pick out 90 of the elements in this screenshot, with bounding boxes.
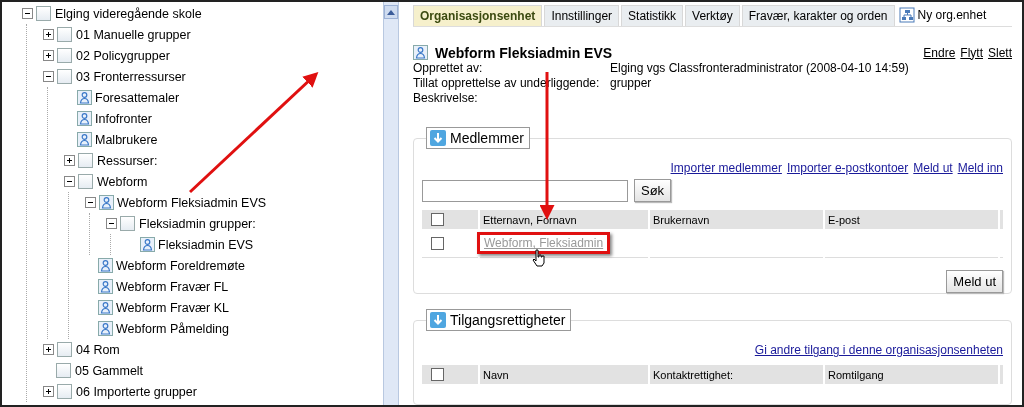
expand-icon[interactable] xyxy=(43,29,54,40)
tab[interactable]: Fravær, karakter og orden xyxy=(741,5,895,26)
group-icon xyxy=(120,216,135,231)
user-icon xyxy=(140,237,155,252)
expand-icon[interactable] xyxy=(43,386,54,397)
tree-item[interactable]: Webform Foreldremøte xyxy=(116,258,245,273)
group-icon xyxy=(57,48,72,63)
tree-item[interactable]: Webform Fravær KL xyxy=(116,300,229,315)
collapse-icon[interactable] xyxy=(106,218,117,229)
action-link[interactable]: Flytt xyxy=(960,45,983,60)
collapse-icon[interactable] xyxy=(22,8,33,19)
hand-cursor-icon xyxy=(532,249,546,268)
field-value: Elging vgs Classfronteradministrator (2008-04-10 14:59) xyxy=(610,61,910,75)
search-field[interactable] xyxy=(422,179,628,202)
tab[interactable]: Innstillinger xyxy=(544,5,620,26)
tree-item[interactable]: 06 Importerte grupper xyxy=(76,384,197,399)
tree-item[interactable]: 01 Manuelle grupper xyxy=(76,27,191,42)
column-header: Navn xyxy=(480,365,648,385)
expand-icon[interactable] xyxy=(64,155,75,166)
members-link[interactable]: Importer e-postkontoer xyxy=(786,161,909,176)
user-icon xyxy=(98,279,113,294)
tab[interactable]: Verktøy xyxy=(685,5,740,26)
user-icon xyxy=(77,90,92,105)
leave-button[interactable]: Meld ut xyxy=(946,270,1003,294)
org-chart-icon xyxy=(898,7,915,24)
group-icon xyxy=(57,27,72,42)
action-link[interactable]: Slett xyxy=(988,45,1012,60)
group-icon xyxy=(36,6,51,21)
field-value: grupper xyxy=(610,75,653,90)
user-icon xyxy=(98,300,113,315)
members-link[interactable]: Importer medlemmer xyxy=(670,161,782,176)
tab[interactable]: Organisasjonsenhet xyxy=(413,5,543,26)
group-icon xyxy=(56,363,71,378)
unit-title: Webform Fleksiadmin EVS xyxy=(435,44,614,61)
checkbox[interactable] xyxy=(431,213,444,227)
tree-item[interactable]: Webform xyxy=(97,174,148,189)
tree-item[interactable]: Webform Fravær FL xyxy=(116,279,229,294)
expand-icon[interactable] xyxy=(43,50,54,61)
tree-item[interactable]: Ressurser: xyxy=(97,153,158,168)
column-header: E-post xyxy=(825,210,998,230)
download-icon xyxy=(430,130,446,147)
section-title: Tilgangsrettigheter xyxy=(450,312,566,329)
group-icon xyxy=(57,342,72,357)
tree-item[interactable]: Elging videregående skole xyxy=(55,6,202,21)
user-icon xyxy=(99,195,114,210)
collapse-icon[interactable] xyxy=(64,176,75,187)
column-header: Etternavn, Fornavn xyxy=(480,210,648,230)
tree-item[interactable]: Fleksiadmin EVS xyxy=(158,237,254,252)
tree-item[interactable]: 02 Policygrupper xyxy=(76,48,170,63)
tree-item[interactable]: Malbrukere xyxy=(95,132,158,147)
tree-item[interactable]: Webform Fleksiadmin EVS xyxy=(117,195,267,210)
user-icon xyxy=(98,321,113,336)
expand-icon[interactable] xyxy=(43,344,54,355)
tree-item[interactable]: 03 Fronterressurser xyxy=(76,69,186,84)
search-button[interactable]: Søk xyxy=(634,179,672,203)
column-header: Romtilgang xyxy=(825,365,998,385)
user-icon xyxy=(77,111,92,126)
tab[interactable]: Statistikk xyxy=(621,5,684,26)
tree-item[interactable]: 05 Gammelt xyxy=(75,363,144,378)
column-header: Brukernavn xyxy=(650,210,823,230)
members-link[interactable]: Meld ut xyxy=(913,161,953,176)
checkbox[interactable] xyxy=(431,368,444,382)
group-icon xyxy=(78,174,93,189)
tree-item[interactable]: Fleksiadmin grupper: xyxy=(139,216,256,231)
user-icon xyxy=(77,132,92,147)
members-section-toggle[interactable]: Medlemmer xyxy=(426,127,530,150)
field-label: Opprettet av: xyxy=(413,61,484,75)
tree-item[interactable]: Webform Påmelding xyxy=(116,321,229,336)
new-unit-button[interactable]: Ny org.enhet xyxy=(896,5,989,26)
collapse-icon[interactable] xyxy=(43,71,54,82)
user-icon xyxy=(413,45,428,61)
section-title: Medlemmer xyxy=(450,130,524,147)
checkbox[interactable] xyxy=(431,236,444,250)
tree-item[interactable]: 04 Rom xyxy=(76,342,120,357)
members-link[interactable]: Meld inn xyxy=(957,161,1003,176)
download-icon xyxy=(430,312,446,329)
group-icon xyxy=(78,153,93,168)
group-icon xyxy=(57,384,72,399)
access-section-toggle[interactable]: Tilgangsrettigheter xyxy=(426,309,572,332)
group-icon xyxy=(57,69,72,84)
collapse-icon[interactable] xyxy=(85,197,96,208)
up-arrow-icon[interactable] xyxy=(387,9,395,15)
column-header: Kontaktrettighet: xyxy=(650,365,823,385)
field-label: Beskrivelse: xyxy=(413,90,479,105)
tree-item[interactable]: Infofronter xyxy=(95,111,152,126)
action-link[interactable]: Endre xyxy=(923,45,956,60)
user-icon xyxy=(98,258,113,273)
scrollbar[interactable] xyxy=(383,2,399,405)
tree-item[interactable]: Foresattemaler xyxy=(95,90,180,105)
access-link[interactable]: Gi andre tilgang i denne organisasjonsenheten xyxy=(754,343,1003,358)
